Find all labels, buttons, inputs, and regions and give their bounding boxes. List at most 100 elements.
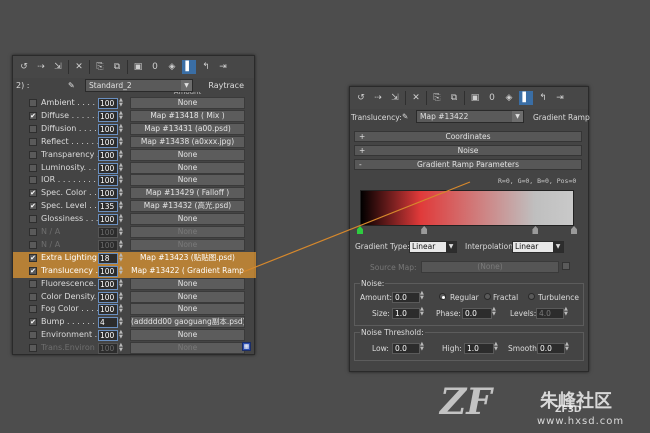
map-amount-spinner[interactable]: ▲ ▼ (119, 291, 125, 303)
map-amount-spinner[interactable]: ▲ ▼ (119, 304, 125, 315)
map-enable-checkbox[interactable]: ✔ (29, 111, 37, 120)
noise-regular-radio[interactable] (439, 293, 446, 300)
map-enable-checkbox[interactable] (29, 305, 37, 314)
map-amount-field[interactable]: 100 (98, 123, 118, 135)
map-slot-button[interactable]: Map #13438 (a0xxx.jpg) (130, 135, 245, 148)
chevron-down-icon[interactable]: ▼ (181, 80, 192, 91)
map-slot-button[interactable]: None (130, 226, 245, 238)
put-material-icon[interactable]: ⇢ (371, 91, 385, 105)
unique-icon[interactable]: ⧉ (447, 91, 461, 105)
put-library-icon[interactable]: ▣ (468, 91, 482, 105)
show-map-icon[interactable]: ◈ (502, 91, 516, 105)
assign-icon[interactable]: ⇲ (51, 60, 65, 74)
levels-spinner[interactable]: ▲ ▼ (564, 307, 568, 317)
map-slot-button[interactable]: None (130, 277, 245, 290)
map-type-button[interactable]: Gradient Ramp (533, 113, 590, 122)
high-spinner[interactable]: ▲ ▼ (494, 342, 498, 352)
map-enable-checkbox[interactable]: ✔ (29, 189, 37, 198)
map-enable-checkbox[interactable] (29, 137, 37, 146)
gradient-type-dropdown[interactable]: Linear ▼ (409, 241, 457, 253)
source-map-checkbox[interactable] (562, 262, 570, 270)
rollout-header[interactable]: - Gradient Ramp Parameters (354, 159, 582, 170)
map-slot-button[interactable]: None (130, 161, 245, 174)
map-amount-spinner[interactable]: ▲ ▼ (119, 265, 125, 277)
map-enable-checkbox[interactable]: ✔ (29, 266, 37, 275)
map-slot-button[interactable]: None (130, 174, 245, 187)
chevron-down-icon[interactable]: ▼ (553, 242, 563, 252)
smooth-field[interactable]: 0.0 (537, 343, 565, 354)
map-enable-checkbox[interactable] (29, 176, 37, 185)
map-amount-spinner[interactable]: ▲ ▼ (119, 214, 125, 225)
map-amount-field[interactable]: 18 (98, 252, 118, 264)
map-slot-button[interactable]: None (130, 148, 245, 161)
map-enable-checkbox[interactable] (29, 163, 37, 172)
chevron-down-icon[interactable]: ▼ (446, 242, 456, 252)
map-slot-button[interactable]: None (130, 97, 245, 109)
map-slot-button[interactable]: None (130, 303, 245, 316)
map-amount-spinner[interactable]: ▲ ▼ (119, 278, 125, 290)
map-slot-button[interactable]: (addddd00 gaoguang副本.psd) (130, 316, 245, 329)
map-amount-spinner[interactable]: ▲ ▼ (119, 188, 125, 199)
map-amount-field[interactable]: 4 (98, 317, 118, 329)
map-enable-checkbox[interactable] (29, 124, 37, 133)
size-field[interactable]: 1.0 (392, 308, 420, 319)
interpolation-dropdown[interactable]: Linear ▼ (512, 241, 564, 253)
show-map-icon[interactable]: ◈ (165, 60, 179, 74)
map-slot-button[interactable]: None (130, 342, 245, 355)
map-amount-field[interactable]: 100 (98, 343, 118, 355)
smooth-spinner[interactable]: ▲ ▼ (565, 342, 569, 352)
map-enable-checkbox[interactable] (29, 99, 37, 107)
eyedropper-icon[interactable]: ✎ (402, 112, 408, 121)
eyedropper-icon[interactable]: ✎ (68, 81, 75, 90)
map-amount-spinner[interactable]: ▲ ▼ (119, 201, 125, 212)
levels-field[interactable]: 4.0 (536, 308, 564, 319)
map-amount-spinner[interactable]: ▲ ▼ (119, 252, 125, 264)
put-library-icon[interactable]: ▣ (131, 60, 145, 74)
map-amount-field[interactable]: 100 (98, 291, 118, 303)
get-material-icon[interactable]: ↺ (354, 91, 368, 105)
copy-icon[interactable]: ⎘ (93, 60, 107, 74)
put-material-icon[interactable]: ⇢ (34, 60, 48, 74)
map-amount-spinner[interactable]: ▲ ▼ (119, 317, 125, 328)
amount-field[interactable]: 0.0 (392, 292, 420, 303)
map-slot-button[interactable]: Map #13423 (贴贴图.psd) (130, 252, 245, 264)
material-name-field[interactable]: Standard_2 ▼ (85, 79, 193, 92)
map-enable-checkbox[interactable]: ✔ (29, 253, 37, 262)
copy-icon[interactable]: ⎘ (430, 91, 444, 105)
map-amount-field[interactable]: 100 (98, 330, 118, 342)
gradient-flag[interactable] (532, 226, 539, 234)
gradient-flag[interactable] (571, 226, 577, 234)
map-amount-field[interactable]: 100 (98, 136, 118, 148)
show-end-result-icon[interactable]: ▌ (182, 60, 196, 74)
map-enable-checkbox[interactable]: ✔ (29, 318, 37, 327)
lock-icon[interactable]: ▦ (242, 342, 251, 351)
material-id-icon[interactable]: 0 (485, 91, 499, 105)
map-amount-spinner[interactable]: ▲ ▼ (119, 343, 125, 354)
map-slot-button[interactable]: Map #13432 (高光.psd) (130, 200, 245, 213)
chevron-down-icon[interactable]: ▼ (512, 111, 523, 122)
size-spinner[interactable]: ▲ ▼ (420, 307, 424, 317)
reset-icon[interactable]: ✕ (72, 60, 86, 74)
map-enable-checkbox[interactable] (29, 279, 37, 288)
reset-icon[interactable]: ✕ (409, 91, 423, 105)
unique-icon[interactable]: ⧉ (110, 60, 124, 74)
phase-field[interactable]: 0.0 (462, 308, 492, 319)
map-amount-spinner[interactable]: ▲ ▼ (119, 149, 125, 161)
material-type-button[interactable]: Raytrace (208, 81, 244, 90)
map-amount-field[interactable]: 100 (98, 110, 118, 122)
map-slot-button[interactable]: Map #13429 ( Falloff ) (130, 187, 245, 200)
map-enable-checkbox[interactable] (29, 215, 37, 224)
map-amount-field[interactable]: 100 (98, 188, 118, 200)
map-slot-button[interactable]: Map #13431 (a00.psd) (130, 122, 245, 135)
source-map-button[interactable]: (None) (421, 261, 559, 273)
map-amount-spinner[interactable]: ▲ ▼ (119, 227, 125, 238)
map-slot-button[interactable]: None (130, 238, 245, 251)
map-amount-spinner[interactable]: ▲ ▼ (119, 175, 125, 186)
map-amount-spinner[interactable]: ▲ ▼ (119, 98, 125, 109)
get-material-icon[interactable]: ↺ (17, 60, 31, 74)
go-to-parent-icon[interactable]: ↰ (199, 60, 213, 74)
assign-icon[interactable]: ⇲ (388, 91, 402, 105)
material-id-icon[interactable]: 0 (148, 60, 162, 74)
gradient-ramp-bar[interactable] (360, 190, 574, 226)
noise-fractal-radio[interactable] (484, 293, 491, 300)
